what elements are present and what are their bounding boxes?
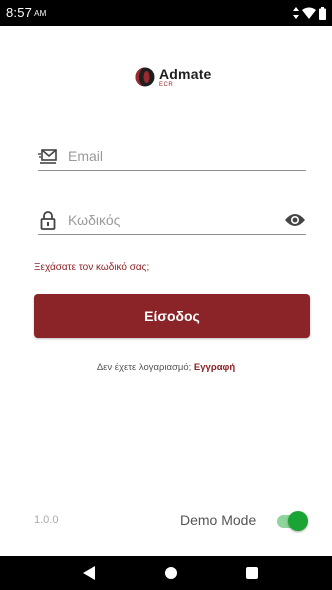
toggle-thumb [288, 511, 308, 531]
app-logo: Admate ECR [135, 64, 212, 90]
wifi-icon [302, 7, 316, 19]
home-icon[interactable] [165, 567, 177, 579]
data-arrows-icon [293, 7, 299, 19]
status-time-value: 8:57 [6, 5, 33, 20]
email-input[interactable] [68, 145, 306, 167]
password-input[interactable] [68, 209, 284, 231]
signup-line: Δεν έχετε λογαριασμό; Εγγραφή [0, 362, 332, 373]
eye-icon[interactable] [284, 212, 306, 228]
lock-icon [40, 211, 56, 230]
password-field[interactable] [38, 206, 306, 235]
login-button[interactable]: Είσοδος [34, 294, 310, 338]
email-field[interactable] [38, 142, 306, 171]
forgot-password-link[interactable]: Ξεχάσατε τον κωδικό σας; [34, 262, 149, 273]
system-nav-bar [0, 556, 332, 590]
status-time-ampm: AM [34, 9, 47, 18]
app-version: 1.0.0 [34, 514, 59, 526]
logo-subtitle: ECR [159, 81, 174, 88]
status-time: 8:57 AM [6, 5, 47, 20]
signup-prompt: Δεν έχετε λογαριασμό; [96, 362, 192, 373]
battery-icon [319, 6, 326, 20]
demo-mode-label: Demo Mode [180, 512, 257, 528]
logo-name: Admate [159, 65, 212, 82]
status-icons [293, 6, 326, 20]
status-bar: 8:57 AM [0, 0, 332, 26]
admate-logo-icon [135, 67, 155, 87]
demo-mode-toggle[interactable] [276, 510, 308, 532]
recents-icon[interactable] [246, 567, 258, 579]
back-icon[interactable] [82, 566, 96, 580]
email-icon [38, 149, 57, 164]
signup-link[interactable]: Εγγραφή [194, 362, 235, 373]
